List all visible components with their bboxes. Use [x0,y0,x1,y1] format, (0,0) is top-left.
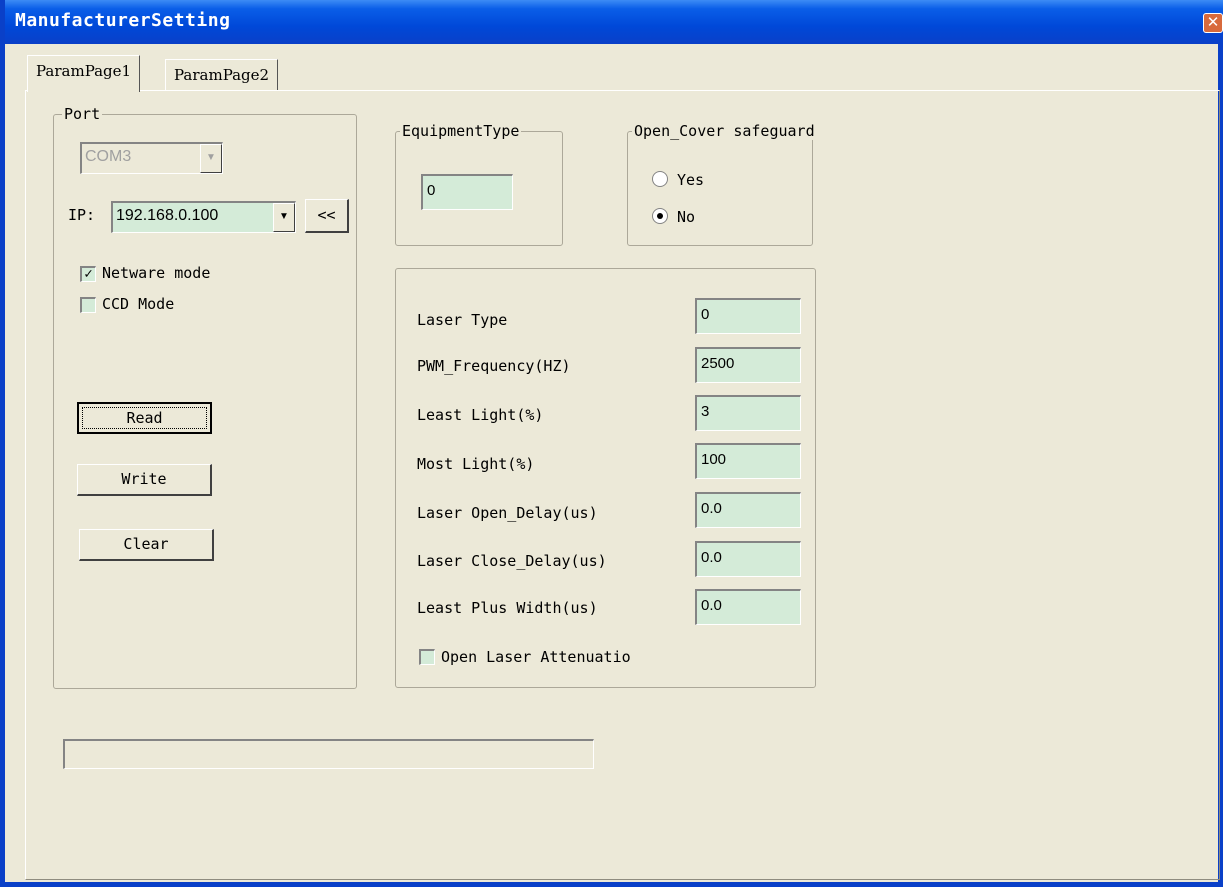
com-port-value: COM3 [85,148,132,165]
port-group-label: Port [62,105,103,123]
pwm-frequency-label: PWM_Frequency(HZ) [417,357,571,375]
laser-close-delay-value: 0.0 [701,549,722,566]
tab-label: ParamPage2 [174,66,270,84]
open-cover-safeguard-group: Open_Cover safeguard [627,122,817,246]
radio-selected-dot [657,213,663,219]
cover-no-label: No [677,208,696,226]
write-label: Write [121,470,167,488]
equipment-type-value: 0 [427,182,436,199]
laser-open-delay-label: Laser Open_Delay(us) [417,504,598,522]
pwm-frequency-value: 2500 [701,355,735,372]
manufacturer-setting-window: ManufacturerSetting ✕ ParamPage1 ParamPa… [0,0,1223,887]
least-plus-width-label: Least Plus Width(us) [417,599,598,617]
chevron-down-icon[interactable]: ▼ [273,203,295,232]
least-light-label: Least Light(%) [417,406,544,424]
ccd-mode-label: CCD Mode [102,295,175,313]
laser-type-label: Laser Type [417,311,508,329]
close-icon: ✕ [1206,13,1220,31]
com-port-select[interactable]: COM3 ▼ [80,142,223,174]
laser-type-field[interactable]: 0 [695,298,801,334]
least-plus-width-field[interactable]: 0.0 [695,589,801,625]
least-light-field[interactable]: 3 [695,395,801,431]
netware-mode-checkbox[interactable]: ✓ [80,266,96,282]
write-button[interactable]: Write [77,464,212,496]
open-cover-safeguard-label: Open_Cover safeguard [632,122,817,140]
laser-open-delay-value: 0.0 [701,500,722,517]
netware-mode-label: Netware mode [102,264,211,282]
ip-value: 192.168.0.100 [116,207,219,224]
close-button[interactable]: ✕ [1203,13,1223,33]
least-plus-width-value: 0.0 [701,597,722,614]
clear-label: Clear [123,535,169,553]
ip-apply-label: << [317,206,336,224]
most-light-value: 100 [701,451,727,468]
open-laser-attenuation-checkbox[interactable] [419,649,435,665]
pwm-frequency-field[interactable]: 2500 [695,347,801,383]
status-field [63,739,594,769]
title-bar[interactable]: ManufacturerSetting ✕ [5,0,1223,44]
ip-select[interactable]: 192.168.0.100 ▼ [111,201,296,233]
most-light-field[interactable]: 100 [695,443,801,479]
tab-parampage1[interactable]: ParamPage1 [27,55,141,92]
clear-button[interactable]: Clear [79,529,214,561]
equipment-type-label: EquipmentType [400,122,522,140]
chevron-down-icon[interactable]: ▼ [200,144,222,173]
window-title: ManufacturerSetting [15,10,231,31]
cover-yes-label: Yes [677,171,705,189]
equipment-type-field[interactable]: 0 [421,174,513,210]
cover-no-radio[interactable] [652,208,668,224]
focus-ring [82,407,207,429]
open-laser-attenuation-label: Open Laser Attenuatio [441,648,631,666]
ccd-mode-checkbox[interactable] [80,297,96,313]
laser-type-value: 0 [701,306,710,323]
laser-close-delay-field[interactable]: 0.0 [695,541,801,577]
laser-open-delay-field[interactable]: 0.0 [695,492,801,528]
least-light-value: 3 [701,403,710,420]
ip-apply-button[interactable]: << [305,199,349,233]
cover-yes-radio[interactable] [652,171,668,187]
read-button[interactable]: Read [77,402,212,434]
tab-label: ParamPage1 [36,62,132,80]
laser-close-delay-label: Laser Close_Delay(us) [417,552,607,570]
ip-label: IP: [68,206,96,224]
most-light-label: Most Light(%) [417,455,535,473]
checkmark-icon: ✓ [84,266,93,282]
tab-parampage2[interactable]: ParamPage2 [165,59,279,91]
